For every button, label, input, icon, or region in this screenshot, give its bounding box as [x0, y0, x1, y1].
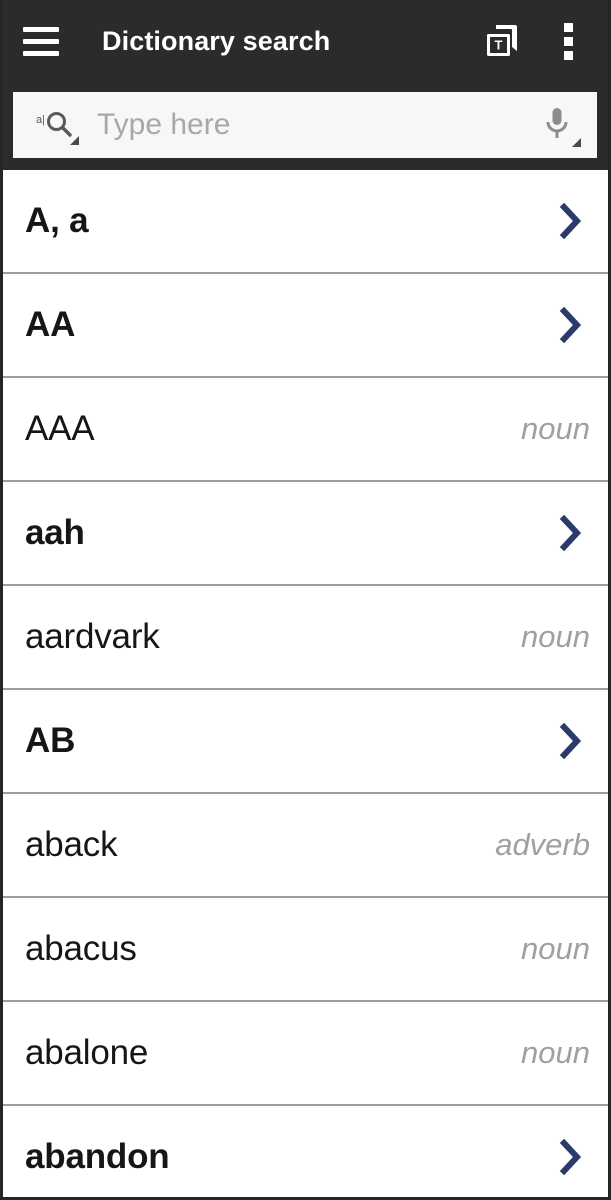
list-item-part-of-speech: adverb: [495, 827, 590, 862]
chevron-right-icon[interactable]: [544, 194, 598, 248]
page-title: Dictionary search: [102, 25, 331, 56]
list-item[interactable]: abandon: [3, 1106, 608, 1197]
search-bar[interactable]: a|: [13, 92, 597, 158]
hamburger-bar: [23, 38, 59, 44]
chevron-right-icon[interactable]: [544, 714, 598, 768]
list-item-term: AAA: [25, 409, 95, 448]
list-item[interactable]: aback adverb: [3, 794, 608, 898]
list-item-part-of-speech: noun: [521, 1035, 590, 1070]
overflow-menu-icon[interactable]: [546, 17, 590, 65]
list-item[interactable]: A, a: [3, 170, 608, 274]
list-item-term: A, a: [25, 201, 89, 240]
hamburger-bar: [23, 26, 59, 32]
hamburger-bar: [23, 50, 59, 56]
long-press-indicator-icon: [70, 136, 79, 145]
list-item-part-of-speech: noun: [521, 931, 590, 966]
list-item[interactable]: AB: [3, 690, 608, 794]
app-bar-actions: T: [480, 17, 590, 65]
list-item[interactable]: abalone noun: [3, 1002, 608, 1106]
list-item-term: abandon: [25, 1137, 170, 1176]
list-item-part-of-speech: noun: [521, 619, 590, 654]
list-item-part-of-speech: noun: [521, 411, 590, 446]
search-mode-label: a|: [36, 114, 45, 126]
list-item-term: aah: [25, 513, 85, 552]
list-item[interactable]: AAA noun: [3, 378, 608, 482]
search-bar-container: a|: [13, 92, 597, 158]
search-results-list[interactable]: A, a AA AAA noun aah aardvark noun AB aback adver…: [3, 170, 608, 1197]
search-input[interactable]: [81, 92, 531, 158]
list-item-term: aback: [25, 825, 118, 864]
svg-text:T: T: [495, 38, 503, 53]
list-item-term: aardvark: [25, 617, 160, 656]
chevron-right-icon[interactable]: [544, 1130, 598, 1184]
list-item-term: AB: [25, 721, 76, 760]
dictionary-book-icon[interactable]: T: [480, 17, 524, 65]
microphone-icon[interactable]: [531, 97, 583, 153]
chevron-right-icon[interactable]: [544, 506, 598, 560]
dot: [563, 22, 573, 32]
list-item[interactable]: abacus noun: [3, 898, 608, 1002]
list-item-term: abacus: [25, 929, 137, 968]
list-item-term: abalone: [25, 1033, 149, 1072]
list-item[interactable]: aah: [3, 482, 608, 586]
chevron-right-icon[interactable]: [544, 298, 598, 352]
three-dots-glyph: [558, 18, 578, 64]
list-item[interactable]: aardvark noun: [3, 586, 608, 690]
dictionary-app-window: Dictionary search T a| Type here A, a AA…: [0, 0, 611, 1200]
app-bar: Dictionary search T a| Type here: [3, 0, 608, 170]
dot: [563, 50, 573, 60]
app-bar-top-row: Dictionary search T: [3, 0, 608, 82]
list-item[interactable]: AA: [3, 274, 608, 378]
search-icon[interactable]: a|: [29, 99, 81, 151]
list-item-term: AA: [25, 305, 76, 344]
long-press-indicator-icon: [572, 138, 581, 147]
dot: [563, 36, 573, 46]
hamburger-menu-icon[interactable]: [23, 18, 69, 64]
